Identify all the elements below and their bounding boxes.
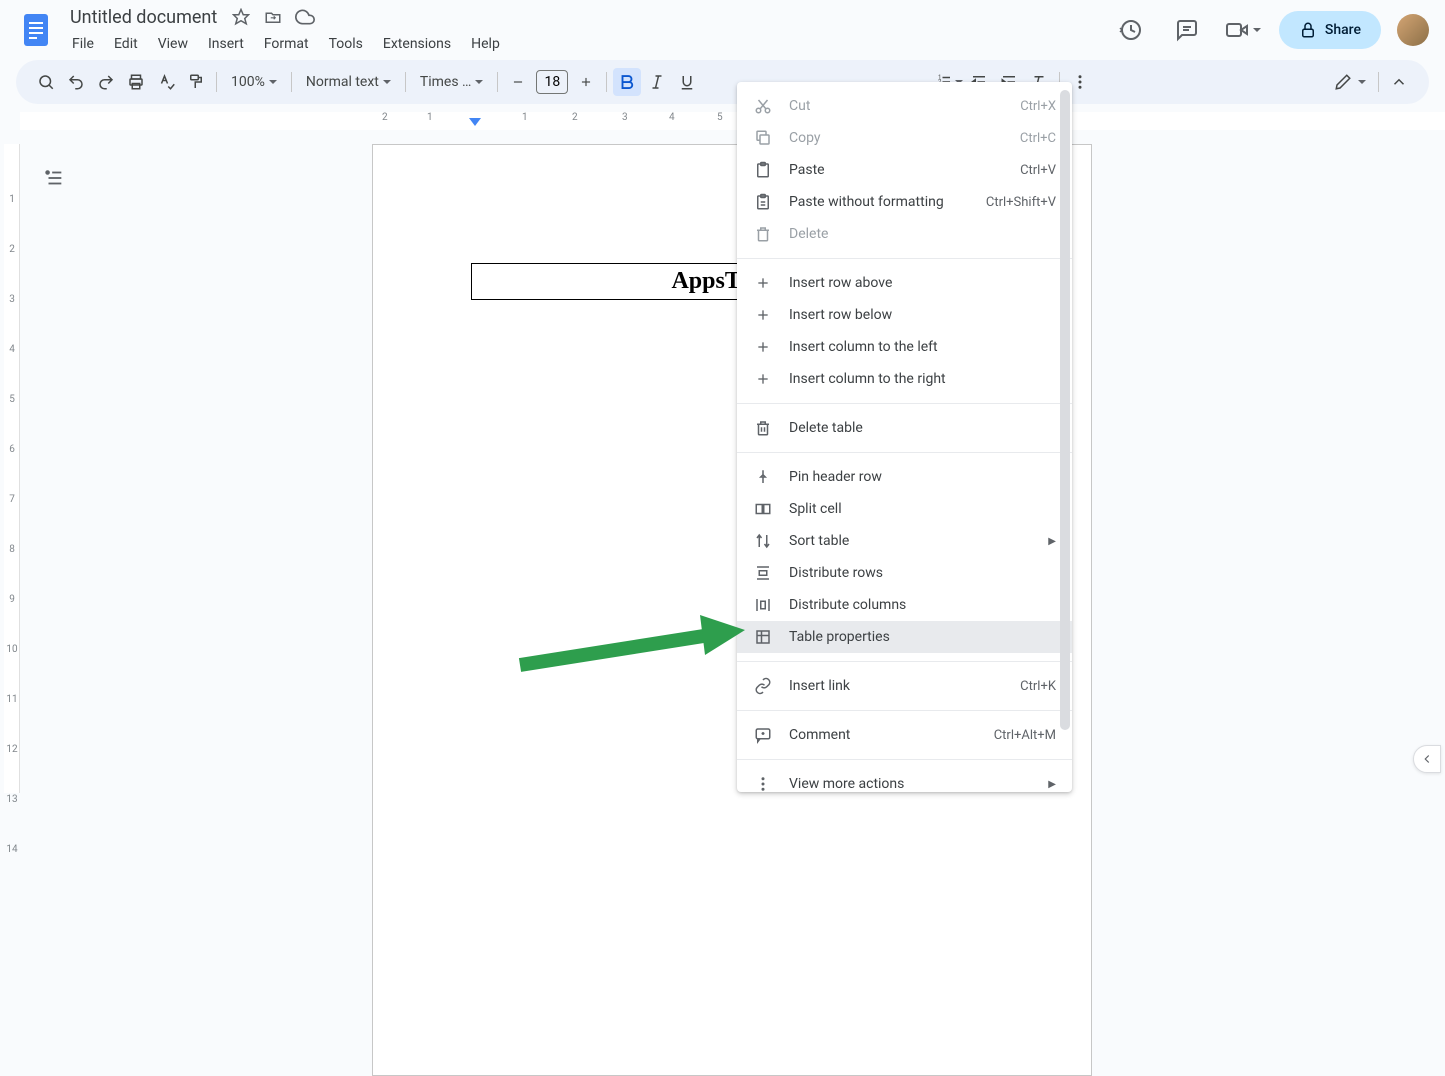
table-props-icon [753, 628, 773, 646]
share-label: Share [1325, 22, 1361, 38]
ctx-more-actions[interactable]: View more actions ▶ [737, 768, 1072, 800]
ctx-divider [737, 661, 1072, 662]
ctx-divider [737, 403, 1072, 404]
bold-button[interactable] [613, 68, 641, 96]
context-menu: Cut Ctrl+X Copy Ctrl+C Paste Ctrl+V Past… [737, 82, 1072, 792]
link-icon [753, 677, 773, 695]
delete-icon [753, 225, 773, 243]
plus-icon [753, 275, 773, 291]
italic-button[interactable] [643, 68, 671, 96]
sort-icon [753, 532, 773, 550]
menu-bar: File Edit View Insert Format Tools Exten… [64, 32, 1111, 56]
cut-icon [753, 97, 773, 115]
menu-tools[interactable]: Tools [321, 32, 371, 56]
meet-button[interactable] [1223, 10, 1263, 50]
docs-logo[interactable] [16, 10, 56, 50]
comment-icon [753, 726, 773, 744]
paste-plain-icon [753, 193, 773, 211]
ctx-pin-header[interactable]: Pin header row [737, 461, 1072, 493]
font-dropdown[interactable]: Times … [412, 70, 492, 94]
ctx-divider [737, 710, 1072, 711]
ctx-comment[interactable]: Comment Ctrl+Alt+M [737, 719, 1072, 751]
ctx-split-cell[interactable]: Split cell [737, 493, 1072, 525]
ctx-cut: Cut Ctrl+X [737, 90, 1072, 122]
menu-help[interactable]: Help [463, 32, 508, 56]
title-area: Untitled document File Edit View Insert … [64, 5, 1111, 56]
annotation-arrow [510, 595, 750, 685]
app-header: Untitled document File Edit View Insert … [0, 0, 1445, 60]
cloud-icon[interactable] [295, 7, 315, 27]
ctx-table-properties[interactable]: Table properties [737, 621, 1072, 653]
spellcheck-button[interactable] [152, 68, 180, 96]
undo-button[interactable] [62, 68, 90, 96]
star-icon[interactable] [231, 7, 251, 27]
ctx-delete-table[interactable]: Delete table [737, 412, 1072, 444]
zoom-dropdown[interactable]: 100% [223, 70, 285, 94]
submenu-arrow-icon: ▶ [1048, 779, 1056, 790]
copy-icon [753, 129, 773, 147]
ctx-divider [737, 452, 1072, 453]
document-area: 1 2 3 4 5 6 7 8 9 10 11 12 13 14 2 1 1 2… [0, 112, 1445, 793]
header-right: Share [1111, 10, 1429, 50]
menu-insert[interactable]: Insert [200, 32, 252, 56]
ctx-insert-col-left[interactable]: Insert column to the left [737, 331, 1072, 363]
underline-button[interactable] [673, 68, 701, 96]
paint-format-button[interactable] [182, 68, 210, 96]
ctx-insert-col-right[interactable]: Insert column to the right [737, 363, 1072, 395]
plus-icon [753, 339, 773, 355]
ctx-sort-table[interactable]: Sort table ▶ [737, 525, 1072, 557]
more-icon [753, 775, 773, 793]
menu-file[interactable]: File [64, 32, 102, 56]
submenu-arrow-icon: ▶ [1048, 536, 1056, 547]
menu-view[interactable]: View [150, 32, 196, 56]
ctx-divider [737, 258, 1072, 259]
ctx-insert-row-above[interactable]: Insert row above [737, 267, 1072, 299]
menu-extensions[interactable]: Extensions [375, 32, 459, 56]
pin-icon [753, 468, 773, 486]
ctx-insert-link[interactable]: Insert link Ctrl+K [737, 670, 1072, 702]
side-panel-toggle[interactable] [1413, 745, 1441, 773]
menu-format[interactable]: Format [256, 32, 317, 56]
plus-icon [753, 371, 773, 387]
font-size-input[interactable] [536, 70, 568, 94]
ruler-vertical[interactable]: 1 2 3 4 5 6 7 8 9 10 11 12 13 14 [4, 144, 20, 793]
font-size-increase[interactable] [572, 68, 600, 96]
context-menu-scrollbar[interactable] [1058, 90, 1072, 784]
ctx-distribute-rows[interactable]: Distribute rows [737, 557, 1072, 589]
search-button[interactable] [32, 68, 60, 96]
history-icon[interactable] [1111, 10, 1151, 50]
menu-edit[interactable]: Edit [106, 32, 146, 56]
move-icon[interactable] [263, 7, 283, 27]
comments-icon[interactable] [1167, 10, 1207, 50]
redo-button[interactable] [92, 68, 120, 96]
toolbar: 100% Normal text Times … 123 [16, 60, 1429, 104]
ctx-delete: Delete [737, 218, 1072, 250]
ctx-insert-row-below[interactable]: Insert row below [737, 299, 1072, 331]
paste-icon [753, 161, 773, 179]
ctx-distribute-cols[interactable]: Distribute columns [737, 589, 1072, 621]
outline-button[interactable] [36, 160, 72, 196]
trash-icon [753, 419, 773, 437]
split-icon [753, 500, 773, 518]
share-button[interactable]: Share [1279, 11, 1381, 49]
ctx-copy: Copy Ctrl+C [737, 122, 1072, 154]
ctx-paste[interactable]: Paste Ctrl+V [737, 154, 1072, 186]
distribute-cols-icon [753, 596, 773, 614]
editing-mode-button[interactable] [1328, 68, 1372, 96]
document-title[interactable]: Untitled document [64, 5, 223, 30]
print-button[interactable] [122, 68, 150, 96]
distribute-rows-icon [753, 564, 773, 582]
ctx-divider [737, 759, 1072, 760]
font-size-decrease[interactable] [504, 68, 532, 96]
collapse-toolbar-button[interactable] [1385, 68, 1413, 96]
ctx-paste-plain[interactable]: Paste without formatting Ctrl+Shift+V [737, 186, 1072, 218]
plus-icon [753, 307, 773, 323]
indent-marker-left[interactable] [469, 118, 481, 126]
user-avatar[interactable] [1397, 14, 1429, 46]
style-dropdown[interactable]: Normal text [298, 70, 399, 94]
